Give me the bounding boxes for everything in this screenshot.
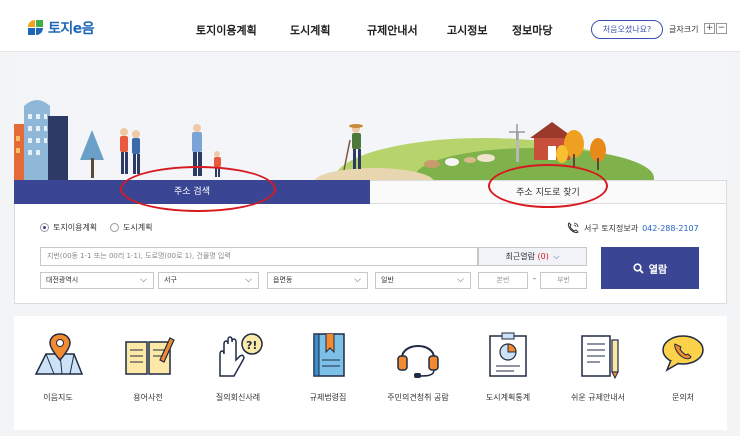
- radio-checked-icon: [40, 223, 49, 232]
- first-visit-button[interactable]: 처음오셨나요?: [591, 20, 663, 39]
- highlight-ellipse-address: [120, 166, 276, 212]
- quick-item-eum-map[interactable]: 이음지도: [13, 330, 103, 403]
- recent-view-count: (0): [537, 252, 549, 261]
- headset-icon: [397, 345, 439, 378]
- question-hand-icon: ?!: [219, 333, 263, 377]
- quick-item-label: 도시계획통계: [485, 393, 531, 402]
- quick-item-contact[interactable]: 문의처: [638, 330, 728, 403]
- quick-item-label: 질의회신사례: [215, 393, 261, 402]
- quick-item-label: 쉬운 규제안내서: [570, 393, 626, 402]
- quick-item-label: 용어사전: [133, 393, 163, 402]
- quick-item-label: 문의처: [671, 393, 695, 402]
- font-size-label: 글자크기: [669, 25, 699, 34]
- document-pencil-icon: [581, 335, 619, 380]
- land-type-select-value: 일반: [381, 276, 394, 284]
- sub-number-input[interactable]: 부번: [540, 272, 587, 289]
- town-select[interactable]: 읍면동 ⌵: [267, 272, 368, 289]
- radio-land-use-label: 토지이용계획: [53, 223, 98, 232]
- nav-urban-plan[interactable]: 도시계획: [290, 22, 330, 38]
- contact-department: 서구 토지정보과: [584, 223, 639, 233]
- phone-icon: [567, 222, 579, 234]
- quick-item-qna-cases[interactable]: ?! 질의회신사례: [193, 330, 283, 403]
- chevron-down-icon: ⌵: [354, 275, 361, 285]
- quick-item-label: 주민의견청취 공람: [387, 393, 449, 402]
- quick-item-label: 규제법령집: [309, 393, 347, 402]
- chevron-down-icon: ⌵: [245, 275, 252, 285]
- quick-item-urban-stats[interactable]: 도시계획통계: [463, 330, 553, 403]
- view-search-label: 열람: [648, 264, 668, 276]
- town-select-value: 읍면동: [273, 276, 293, 284]
- radio-land-use[interactable]: 토지이용계획: [40, 222, 97, 233]
- hero-illustration: [14, 52, 727, 180]
- chevron-down-icon: ⌵: [140, 275, 147, 285]
- address-search-input[interactable]: 지번(00동 1-1 또는 00리 1-1), 도로명(00로 1), 건물명 …: [40, 247, 478, 266]
- law-book-icon: [313, 333, 345, 377]
- radio-urban-plan-label: 도시계획: [123, 223, 153, 232]
- map-pin-icon: [34, 333, 84, 375]
- district-select-value: 서구: [164, 276, 177, 284]
- chevron-down-icon: ⌵: [553, 252, 560, 261]
- number-separator: -: [533, 274, 536, 283]
- city-select-value: 대전광역시: [46, 276, 79, 284]
- site-header: 토지e음 토지이용계획 도시계획 규제안내서 고시정보 정보마당 처음오셨나요?…: [0, 0, 740, 52]
- radio-unchecked-icon: [110, 223, 119, 232]
- nav-regulation-guide[interactable]: 규제안내서: [367, 22, 418, 38]
- quick-item-glossary[interactable]: 용어사전: [103, 330, 193, 403]
- radio-urban-plan[interactable]: 도시계획: [110, 222, 152, 233]
- search-icon: [633, 262, 644, 274]
- font-decrease-button[interactable]: −: [716, 23, 727, 34]
- banner-scene-image: [14, 100, 654, 180]
- district-select[interactable]: 서구 ⌵: [158, 272, 259, 289]
- book-icon: [125, 337, 175, 375]
- font-increase-button[interactable]: +: [704, 23, 715, 34]
- chevron-down-icon: ⌵: [457, 275, 464, 285]
- nav-info-plaza[interactable]: 정보마당: [512, 22, 552, 38]
- recent-view-label: 최근열람: [505, 252, 535, 261]
- contact-phone-number[interactable]: 042-288-2107: [642, 224, 699, 233]
- nav-notice-info[interactable]: 고시정보: [447, 22, 487, 38]
- quick-item-public-opinion[interactable]: 주민의견청취 공람: [373, 330, 463, 403]
- quick-item-easy-guide[interactable]: 쉬운 규제안내서: [553, 330, 643, 403]
- quick-item-label: 이음지도: [43, 393, 73, 402]
- land-type-select[interactable]: 일반 ⌵: [375, 272, 471, 289]
- chart-board-icon: [489, 332, 527, 377]
- view-search-button[interactable]: 열람: [601, 247, 699, 289]
- recent-view-button[interactable]: 최근열람 (0) ⌵: [478, 247, 587, 266]
- contact-info: 서구 토지정보과 042-288-2107: [566, 221, 699, 235]
- highlight-ellipse-map: [488, 164, 608, 208]
- quick-item-law-collection[interactable]: 규제법령집: [283, 330, 373, 403]
- city-select[interactable]: 대전광역시 ⌵: [40, 272, 154, 289]
- main-number-input[interactable]: 본번: [478, 272, 528, 289]
- svg-text:?!: ?!: [246, 339, 257, 352]
- nav-land-use-plan[interactable]: 토지이용계획: [196, 22, 257, 38]
- phone-bubble-icon: [662, 335, 704, 372]
